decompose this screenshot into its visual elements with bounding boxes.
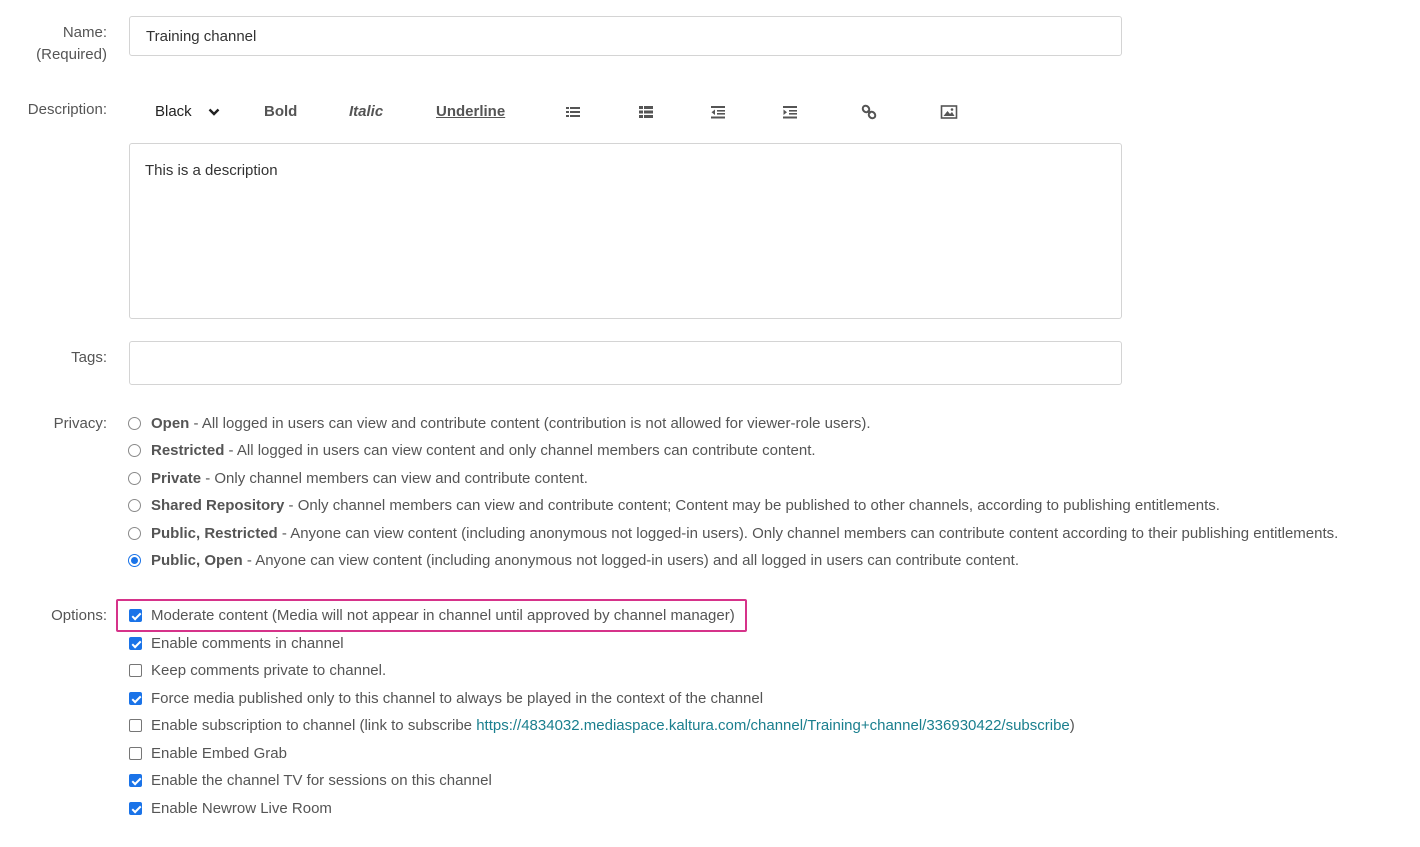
option-label: Enable subscription to channel (link to …: [151, 717, 477, 734]
privacy-radio[interactable]: [128, 472, 141, 485]
option-checkbox[interactable]: [129, 802, 142, 815]
underline-button[interactable]: Underline: [436, 100, 505, 124]
privacy-option-title: Restricted: [151, 442, 225, 459]
privacy-option-text: Public, Restricted - Anyone can view con…: [151, 523, 1338, 545]
privacy-label: Privacy:: [53, 415, 107, 432]
privacy-option-description: - Only channel members can view and cont…: [284, 497, 1220, 514]
privacy-option-description: - Anyone can view content (including ano…: [242, 552, 1019, 569]
chevron-down-icon: [208, 108, 220, 116]
unordered-list-icon[interactable]: [564, 103, 582, 121]
option-label: Enable the channel TV for sessions on th…: [151, 772, 492, 789]
option-checkbox[interactable]: [129, 609, 142, 622]
tags-label: Tags:: [71, 349, 107, 366]
option-text: Enable comments in channel: [151, 633, 344, 655]
option-checkbox[interactable]: [129, 747, 142, 760]
option-checkbox[interactable]: [129, 774, 142, 787]
option-text: Enable Newrow Live Room: [151, 798, 332, 820]
privacy-option-text: Open - All logged in users can view and …: [151, 413, 871, 435]
option-label: Enable Newrow Live Room: [151, 800, 332, 817]
link-icon[interactable]: [860, 103, 878, 121]
option-text: Enable Embed Grab: [151, 743, 287, 765]
option-text: Enable the channel TV for sessions on th…: [151, 770, 492, 792]
privacy-option-description: - All logged in users can view content a…: [224, 442, 816, 459]
indent-icon[interactable]: [781, 103, 799, 121]
option-label-suffix: ): [1069, 717, 1075, 734]
description-textarea[interactable]: This is a description: [129, 143, 1122, 319]
option-text: Moderate content (Media will not appear …: [151, 605, 735, 627]
privacy-option-title: Open: [151, 415, 190, 432]
name-input[interactable]: [129, 16, 1122, 56]
options-label: Options:: [51, 607, 107, 624]
privacy-option-description: - Anyone can view content (including ano…: [277, 525, 1339, 542]
option-checkbox[interactable]: [129, 719, 142, 732]
privacy-option-title: Shared Repository: [151, 497, 285, 514]
color-dropdown-value: Black: [155, 103, 192, 120]
option-checkbox[interactable]: [129, 664, 142, 677]
color-dropdown[interactable]: Black: [155, 100, 220, 124]
image-icon[interactable]: [940, 103, 958, 121]
option-label: Keep comments private to channel.: [151, 662, 387, 679]
option-label: Enable comments in channel: [151, 635, 344, 652]
privacy-option-title: Public, Restricted: [151, 525, 278, 542]
ordered-list-icon[interactable]: [637, 103, 655, 121]
privacy-radio[interactable]: [128, 554, 141, 567]
bold-button[interactable]: Bold: [264, 100, 297, 124]
name-label: Name:: [62, 24, 107, 41]
option-label: Force media published only to this chann…: [151, 690, 764, 707]
option-checkbox[interactable]: [129, 692, 142, 705]
privacy-option-text: Shared Repository - Only channel members…: [151, 495, 1220, 517]
tags-input[interactable]: [129, 341, 1122, 385]
privacy-option-text: Restricted - All logged in users can vie…: [151, 440, 816, 462]
option-checkbox[interactable]: [129, 637, 142, 650]
privacy-option-text: Public, Open - Anyone can view content (…: [151, 550, 1019, 572]
privacy-option-title: Private: [151, 470, 202, 487]
description-label: Description:: [27, 101, 107, 118]
option-text: Keep comments private to channel.: [151, 660, 386, 682]
privacy-radio[interactable]: [128, 417, 141, 430]
privacy-radio[interactable]: [128, 444, 141, 457]
italic-button[interactable]: Italic: [349, 100, 383, 124]
privacy-option-title: Public, Open: [151, 552, 243, 569]
privacy-radio[interactable]: [128, 527, 141, 540]
option-label: Enable Embed Grab: [151, 745, 287, 762]
privacy-radio[interactable]: [128, 499, 141, 512]
option-text: Enable subscription to channel (link to …: [151, 715, 1075, 737]
privacy-option-description: - Only channel members can view and cont…: [201, 470, 588, 487]
privacy-option-description: - All logged in users can view and contr…: [189, 415, 871, 432]
name-required-label: (Required): [36, 46, 107, 63]
outdent-icon[interactable]: [709, 103, 727, 121]
option-label: Moderate content (Media will not appear …: [151, 607, 735, 624]
subscribe-link[interactable]: https://4834032.mediaspace.kaltura.com/c…: [476, 717, 1070, 734]
option-text: Force media published only to this chann…: [151, 688, 763, 710]
privacy-option-text: Private - Only channel members can view …: [151, 468, 588, 490]
